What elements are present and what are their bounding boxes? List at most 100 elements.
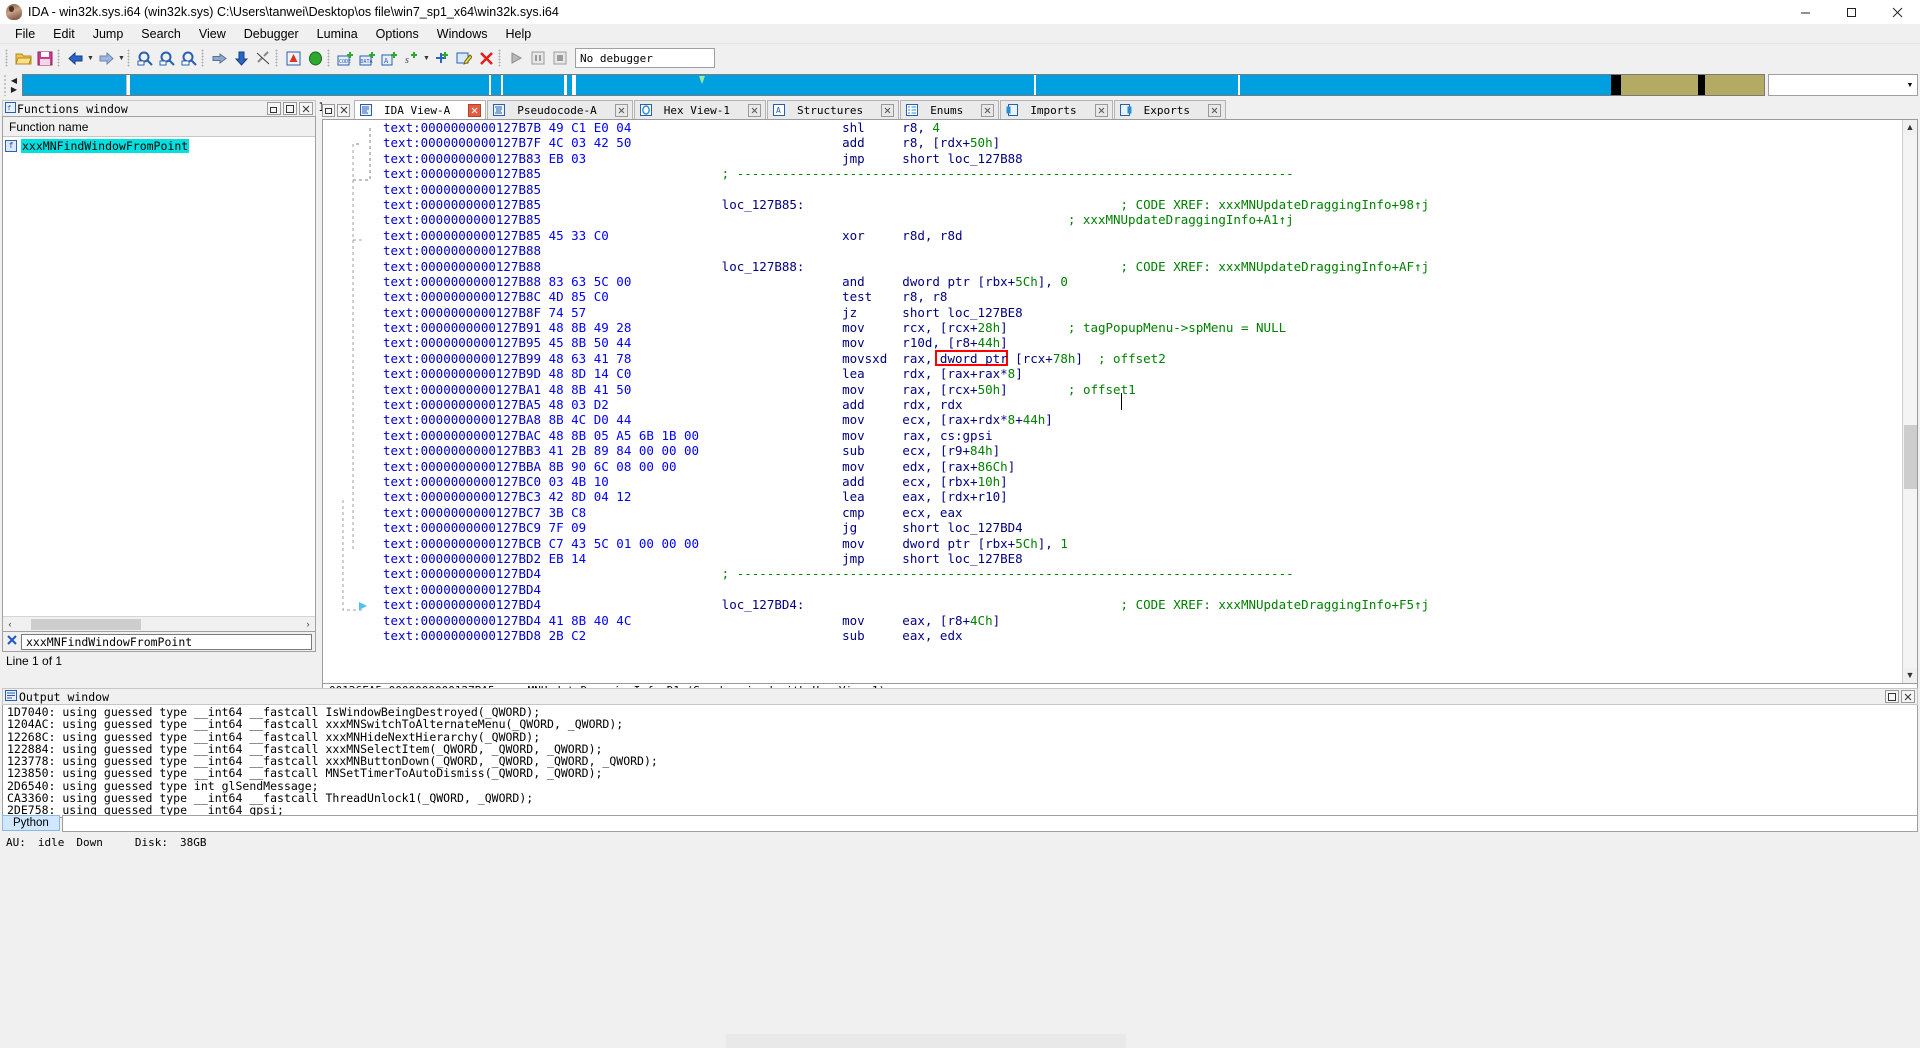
functions-list[interactable]: f xxxMNFindWindowFromPoint xyxy=(3,137,315,616)
pause-icon[interactable] xyxy=(527,47,549,69)
functions-column-header[interactable]: Function name xyxy=(3,117,315,137)
nav-segment[interactable] xyxy=(575,75,1034,95)
make-code-icon[interactable]: CODE xyxy=(334,47,356,69)
unlink-icon[interactable] xyxy=(252,47,274,69)
output-window-body[interactable]: 1D7040: using guessed type __int64 __fas… xyxy=(2,705,1918,818)
make-ascii-icon[interactable]: A xyxy=(378,47,400,69)
down-arrow-icon[interactable] xyxy=(230,47,252,69)
functions-hscroll-right-icon[interactable]: › xyxy=(301,619,315,629)
functions-hscroll-track[interactable] xyxy=(17,618,301,630)
disassembly-code-area[interactable]: text:0000000000127B7B 49 C1 E0 04 shl r8… xyxy=(383,120,1902,683)
make-func-icon[interactable] xyxy=(431,47,453,69)
python-tab[interactable]: Python xyxy=(2,815,60,831)
nav-segment[interactable] xyxy=(1240,75,1612,95)
tabbar-restore-button[interactable] xyxy=(322,103,335,117)
search-text-icon[interactable] xyxy=(156,47,178,69)
menu-help[interactable]: Help xyxy=(496,24,540,44)
output-restore-button[interactable] xyxy=(1885,690,1899,703)
forward-nav-dropdown-icon[interactable]: ▼ xyxy=(117,47,126,69)
python-input[interactable] xyxy=(61,814,1918,832)
tab-hex-view-1[interactable]: Hex View-1 xyxy=(633,100,766,119)
menu-search[interactable]: Search xyxy=(132,24,190,44)
menu-debugger[interactable]: Debugger xyxy=(235,24,308,44)
functions-minimize-button[interactable] xyxy=(267,102,281,115)
toolbar-grip[interactable] xyxy=(5,49,8,67)
close-button[interactable] xyxy=(1874,0,1920,24)
nav-segment[interactable] xyxy=(1611,75,1621,95)
nav-segment[interactable] xyxy=(1705,75,1764,95)
disassembly-line[interactable]: text:0000000000127B88 loc_127B88: ; CODE… xyxy=(383,259,1902,274)
menu-lumina[interactable]: Lumina xyxy=(308,24,367,44)
toolbar-grip-2[interactable] xyxy=(57,49,60,67)
disassembly-line[interactable]: text:0000000000127B7F 4C 03 42 50 add r8… xyxy=(383,135,1902,150)
menu-file[interactable]: File xyxy=(6,24,44,44)
disassembly-line[interactable]: text:0000000000127B85 ; ----------------… xyxy=(383,166,1902,181)
make-struct-icon[interactable]: s xyxy=(400,47,422,69)
disassembly-line[interactable]: text:0000000000127B7B 49 C1 E0 04 shl r8… xyxy=(383,120,1902,135)
disassembly-line[interactable]: text:0000000000127B85 loc_127B85: ; CODE… xyxy=(383,197,1902,212)
disassembly-line[interactable]: text:0000000000127BA8 8B 4C D0 44 mov ec… xyxy=(383,412,1902,427)
disassembly-line[interactable]: text:0000000000127B85 45 33 C0 xor r8d, … xyxy=(383,228,1902,243)
maximize-button[interactable] xyxy=(1828,0,1874,24)
functions-hscroll-thumb[interactable] xyxy=(31,618,141,630)
nav-segment[interactable] xyxy=(1620,75,1699,95)
disassembly-line[interactable]: text:0000000000127BAC 48 8B 05 A5 6B 1B … xyxy=(383,428,1902,443)
tab-imports[interactable]: Imports xyxy=(1000,100,1113,119)
vscroll-track[interactable] xyxy=(1903,135,1917,668)
tab-enums[interactable]: Enums xyxy=(900,100,1000,119)
jump-icon[interactable] xyxy=(208,47,230,69)
navigation-bar[interactable] xyxy=(22,74,1765,96)
functions-close-button[interactable] xyxy=(299,102,313,115)
disassembly-line[interactable]: text:0000000000127B91 48 8B 49 28 mov rc… xyxy=(383,320,1902,335)
disassembly-line[interactable]: text:0000000000127B83 EB 03 jmp short lo… xyxy=(383,151,1902,166)
back-nav-dropdown-icon[interactable]: ▼ xyxy=(86,47,95,69)
menu-jump[interactable]: Jump xyxy=(84,24,133,44)
navband-scrollers[interactable]: ◀ ▶ xyxy=(7,74,21,96)
nav-segment[interactable] xyxy=(491,75,501,95)
menu-edit[interactable]: Edit xyxy=(44,24,84,44)
nav-segment[interactable] xyxy=(129,75,490,95)
nav-segment[interactable] xyxy=(1036,75,1239,95)
disassembly-line[interactable]: text:0000000000127BB3 41 2B 89 84 00 00 … xyxy=(383,443,1902,458)
functions-filter-input[interactable] xyxy=(21,633,312,650)
disassembly-line[interactable]: text:0000000000127BC3 42 8D 04 12 lea ea… xyxy=(383,489,1902,504)
disassembly-line[interactable]: text:0000000000127BBA 8B 90 6C 08 00 00 … xyxy=(383,459,1902,474)
disassembly-line[interactable]: text:0000000000127B88 xyxy=(383,243,1902,258)
tab-ida-view-a[interactable]: IDA View-A xyxy=(354,100,487,119)
tab-close-icon[interactable] xyxy=(881,103,895,117)
tab-exports[interactable]: Exports xyxy=(1113,100,1227,119)
disassembly-line[interactable]: text:0000000000127BD2 EB 14 jmp short lo… xyxy=(383,551,1902,566)
tab-close-icon[interactable] xyxy=(1094,103,1108,117)
disassembly-line[interactable]: text:0000000000127B85 ; xxxMNUpdateDragg… xyxy=(383,212,1902,227)
disassembly-line[interactable]: text:0000000000127B8C 4D 85 C0 test r8, … xyxy=(383,289,1902,304)
tab-pseudocode-a[interactable]: Pseudocode-A xyxy=(487,100,633,119)
edit-icon[interactable] xyxy=(453,47,475,69)
nav-segment[interactable] xyxy=(503,75,565,95)
disassembly-line[interactable]: text:0000000000127BD4 xyxy=(383,582,1902,597)
alert-icon[interactable] xyxy=(282,47,304,69)
toolbar-grip-5[interactable] xyxy=(275,49,278,67)
tab-close-icon[interactable] xyxy=(747,103,761,117)
toolbar-grip-3[interactable] xyxy=(127,49,130,67)
disassembly-line[interactable]: text:0000000000127BD8 2B C2 sub eax, edx xyxy=(383,628,1902,643)
make-data-icon[interactable]: DATA xyxy=(356,47,378,69)
navband-combo[interactable]: ▼ xyxy=(1768,74,1918,96)
make-struct-dropdown-icon[interactable]: ▼ xyxy=(422,47,431,69)
disassembly-line[interactable]: text:0000000000127B9D 48 8D 14 C0 lea rd… xyxy=(383,366,1902,381)
disassembly-line[interactable]: text:0000000000127BD4 41 8B 40 4C mov ea… xyxy=(383,613,1902,628)
functions-hscrollbar[interactable]: ‹ › xyxy=(3,616,315,631)
stop-icon[interactable] xyxy=(549,47,571,69)
vscroll-up-icon[interactable]: ▲ xyxy=(1906,120,1915,135)
navband-scroll-left-icon[interactable]: ◀ xyxy=(11,76,17,85)
disassembly-line[interactable]: text:0000000000127BA5 48 03 D2 add rdx, … xyxy=(383,397,1902,412)
disassembly-line[interactable]: text:0000000000127B95 45 8B 50 44 mov r1… xyxy=(383,335,1902,350)
functions-maximize-button[interactable] xyxy=(283,102,297,115)
tab-structures[interactable]: A Structures xyxy=(766,100,900,119)
run-icon[interactable] xyxy=(505,47,527,69)
search-immediate-icon[interactable] xyxy=(178,47,200,69)
debugger-select[interactable]: No debugger xyxy=(575,48,715,68)
menu-windows[interactable]: Windows xyxy=(428,24,497,44)
functions-hscroll-left-icon[interactable]: ‹ xyxy=(3,619,17,629)
disassembly-line[interactable]: text:0000000000127BC7 3B C8 cmp ecx, eax xyxy=(383,505,1902,520)
save-icon[interactable] xyxy=(34,47,56,69)
